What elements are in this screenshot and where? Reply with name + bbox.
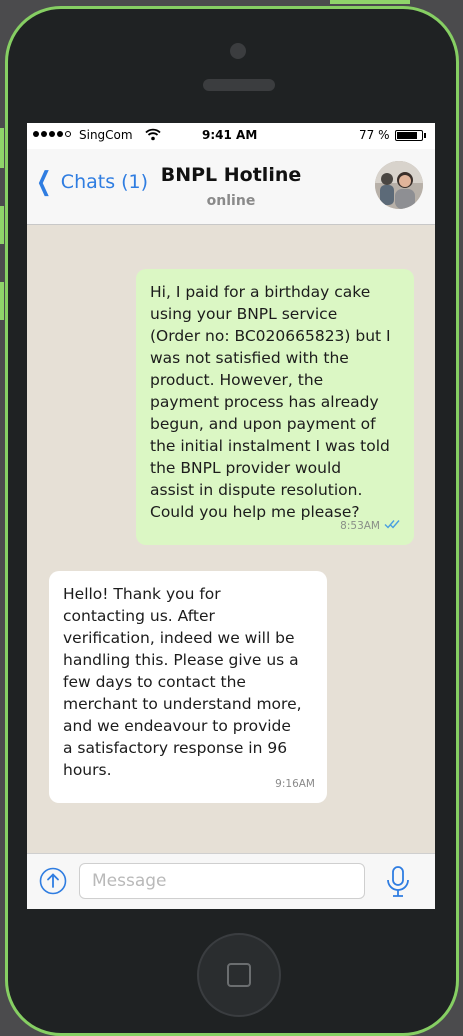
contact-avatar[interactable]	[375, 161, 423, 209]
message-input[interactable]	[79, 863, 365, 899]
message-time: 8:53AM	[340, 520, 380, 532]
wifi-icon	[145, 128, 161, 144]
contact-status: online	[206, 193, 256, 209]
carrier-name: SingCom	[79, 128, 133, 142]
chat-header: ❮ Chats (1) BNPL Hotline online	[27, 149, 435, 225]
upload-arrow-icon[interactable]	[39, 867, 67, 895]
battery-icon	[395, 130, 426, 141]
background-accent-tab	[0, 206, 4, 244]
front-camera	[230, 43, 246, 59]
status-bar: SingCom 9:41 AM 77 %	[27, 123, 435, 149]
message-meta: 8:53AM	[340, 515, 402, 537]
battery-percentage: 77 %	[359, 128, 390, 142]
double-check-icon	[384, 515, 402, 537]
message-meta: 9:16AM	[275, 773, 315, 795]
background-accent-tab	[330, 0, 410, 4]
status-time: 9:41 AM	[202, 128, 258, 142]
composer-bar	[27, 853, 435, 909]
outgoing-message[interactable]: Hi, I paid for a birthday cake using you…	[136, 269, 414, 545]
phone-screen: SingCom 9:41 AM 77 % ❮ Chats (1) BNPL Ho…	[27, 123, 435, 909]
background-accent-tab	[0, 128, 4, 168]
background-accent-tab	[0, 282, 4, 320]
earpiece-speaker	[203, 79, 275, 91]
home-square-icon	[227, 963, 251, 987]
message-time: 9:16AM	[275, 778, 315, 790]
home-button[interactable]	[197, 933, 281, 1017]
message-text: Hi, I paid for a birthday cake using you…	[150, 283, 391, 521]
contact-name: BNPL Hotline	[160, 164, 302, 186]
message-text: Hello! Thank you for contacting us. Afte…	[63, 585, 302, 779]
microphone-icon[interactable]	[385, 865, 411, 899]
signal-strength-icon	[33, 131, 71, 137]
incoming-message[interactable]: Hello! Thank you for contacting us. Afte…	[49, 571, 327, 803]
message-list[interactable]: Hi, I paid for a birthday cake using you…	[27, 225, 435, 853]
